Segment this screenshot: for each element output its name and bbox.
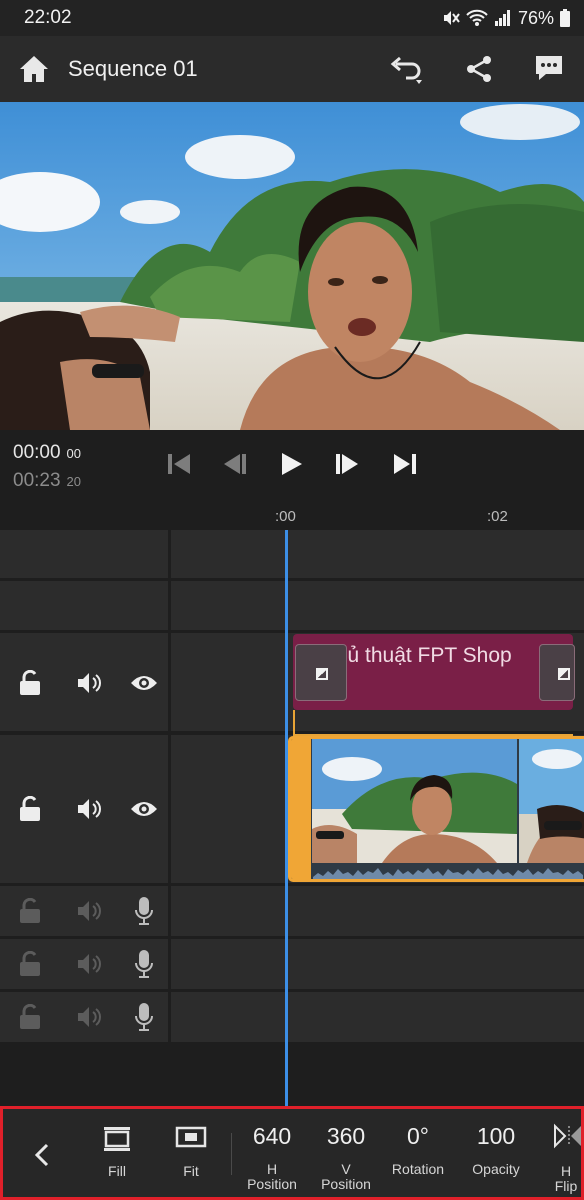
opacity-value: 100 (476, 1123, 516, 1149)
microphone-icon[interactable] (134, 1002, 154, 1032)
fade-out-icon (558, 668, 570, 680)
app-header: Sequence 01 (0, 36, 584, 102)
track-header-empty-1 (0, 530, 168, 578)
duration-timecode: 00:23 20 (13, 470, 81, 492)
h-position-control[interactable]: 640 H Position (243, 1123, 301, 1192)
transport-bar: 00:00 00 00:23 20 (0, 430, 584, 500)
share-icon[interactable] (464, 54, 494, 84)
current-time: 00:00 (13, 442, 61, 463)
speaker-icon[interactable] (76, 671, 102, 695)
go-to-start-icon[interactable] (166, 450, 192, 478)
speaker-icon[interactable] (76, 952, 102, 976)
v-position-label-2: Position (321, 1176, 371, 1192)
track-lane-audio-2 (171, 939, 584, 989)
status-bar: 22:02 76% (0, 0, 584, 36)
title-clip[interactable]: Thủ thuật FPT Shop (293, 634, 575, 710)
clip-trim-handle[interactable] (291, 739, 311, 879)
unlock-icon[interactable] (18, 1004, 42, 1030)
current-frames: 00 (66, 446, 82, 461)
flip-horizontal-icon (554, 1123, 581, 1149)
signal-icon (494, 10, 510, 26)
step-forward-icon[interactable] (334, 450, 360, 478)
track-lane-audio-1 (171, 886, 584, 936)
v-position-value: 360 (326, 1123, 366, 1149)
video-preview[interactable] (0, 102, 584, 430)
opacity-label: Opacity (472, 1161, 520, 1177)
rotation-value: 0° (407, 1123, 429, 1149)
ruler-mark-0: :00 (275, 508, 296, 525)
v-position-control[interactable]: 360 V Position (317, 1123, 375, 1192)
fit-button[interactable]: Fit (169, 1123, 213, 1179)
speaker-icon[interactable] (76, 797, 102, 821)
mute-icon (443, 11, 460, 25)
track-lane-empty-1 (171, 530, 584, 578)
fade-in-handle[interactable] (295, 644, 347, 701)
play-icon[interactable] (280, 450, 304, 478)
rotation-control[interactable]: 0° Rotation (385, 1123, 451, 1177)
microphone-icon[interactable] (134, 949, 154, 979)
track-header-audio-1 (0, 886, 168, 936)
unlock-icon[interactable] (18, 796, 42, 822)
unlock-icon[interactable] (18, 898, 42, 924)
h-position-label-1: H (266, 1161, 278, 1177)
rotation-label: Rotation (391, 1161, 445, 1177)
h-flip-label-1: H (560, 1163, 572, 1179)
wifi-icon (466, 9, 488, 26)
step-back-icon[interactable] (222, 450, 248, 478)
battery-percent: 76% (517, 7, 554, 28)
h-flip-label-2: Flip (554, 1178, 578, 1194)
eye-icon[interactable] (130, 799, 158, 819)
fill-label: Fill (108, 1163, 126, 1179)
video-clip[interactable] (288, 736, 584, 882)
audio-waveform (313, 868, 583, 879)
h-position-label-2: Position (247, 1176, 297, 1192)
unlock-icon[interactable] (18, 951, 42, 977)
fit-label: Fit (183, 1163, 199, 1179)
opacity-control[interactable]: 100 Opacity (463, 1123, 529, 1177)
time-ruler[interactable]: :00 :02 (0, 500, 584, 530)
speaker-icon[interactable] (76, 899, 102, 923)
back-chevron-icon[interactable] (33, 1143, 51, 1167)
fill-icon (104, 1127, 130, 1151)
playhead[interactable] (285, 530, 288, 1108)
title-clip-label: Thủ thuật FPT Shop (323, 644, 512, 667)
page-title: Sequence 01 (68, 56, 198, 81)
feedback-icon[interactable] (534, 54, 564, 84)
track-header-title (0, 633, 168, 731)
status-time: 22:02 (24, 7, 72, 28)
track-header-empty-2 (0, 581, 168, 630)
clip-thumbnails (312, 739, 584, 863)
current-timecode: 00:00 00 (13, 442, 81, 464)
h-position-value: 640 (252, 1123, 292, 1149)
microphone-icon[interactable] (134, 896, 154, 926)
speaker-icon[interactable] (76, 1005, 102, 1029)
fade-out-handle[interactable] (539, 644, 575, 701)
fill-button[interactable]: Fill (95, 1123, 139, 1179)
fit-icon (175, 1126, 207, 1148)
track-header-audio-2 (0, 939, 168, 989)
go-to-end-icon[interactable] (392, 450, 418, 478)
toolbar-divider (231, 1133, 232, 1175)
track-lane-empty-2 (171, 581, 584, 630)
track-header-audio-3 (0, 992, 168, 1042)
home-icon[interactable] (18, 54, 50, 84)
fade-in-icon (316, 668, 328, 680)
v-position-label-1: V (341, 1161, 351, 1177)
preview-frame (0, 102, 584, 430)
h-flip-control[interactable]: H Flip (551, 1123, 581, 1194)
clip-link-line (293, 710, 573, 736)
eye-icon[interactable] (130, 673, 158, 693)
track-lane-audio-3 (171, 992, 584, 1042)
duration-time: 00:23 (13, 470, 61, 491)
battery-icon (560, 9, 570, 27)
clip-properties-toolbar: Fill Fit 640 H Position 360 V Position 0… (0, 1106, 584, 1200)
ruler-mark-2: :02 (487, 508, 508, 525)
duration-frames: 20 (66, 474, 82, 489)
track-header-video (0, 735, 168, 883)
unlock-icon[interactable] (18, 670, 42, 696)
undo-icon[interactable] (388, 54, 424, 86)
